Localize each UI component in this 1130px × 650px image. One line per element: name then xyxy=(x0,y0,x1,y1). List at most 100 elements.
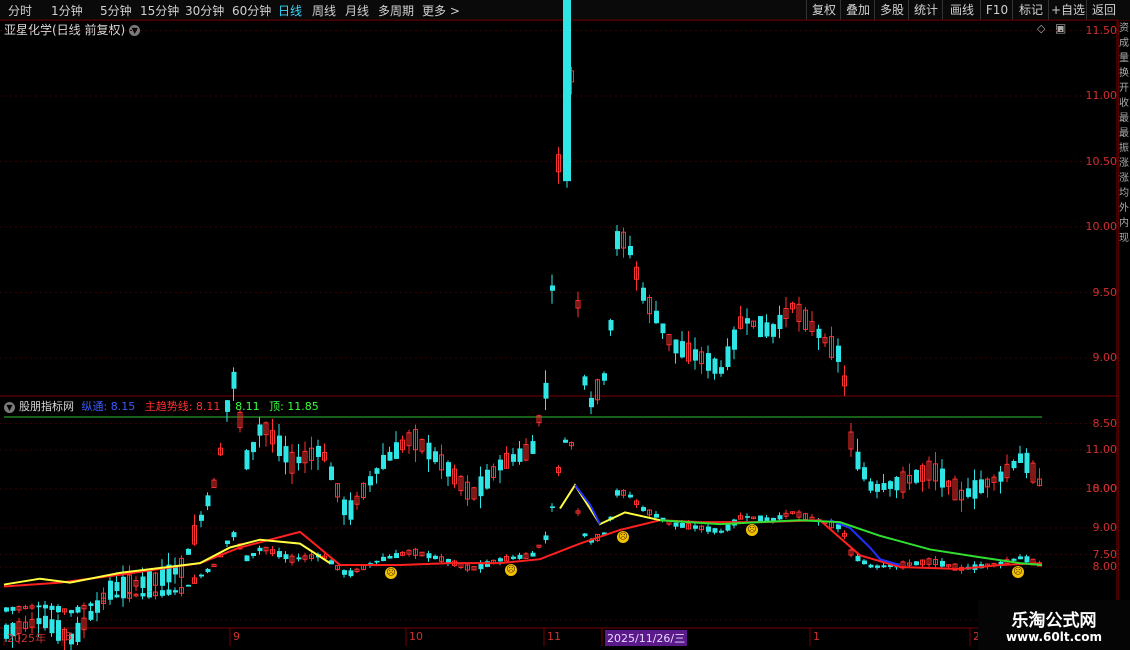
candle-body xyxy=(381,556,386,562)
candle-body xyxy=(732,329,737,350)
candle-body xyxy=(706,526,711,532)
slow-line xyxy=(659,519,1043,567)
indicator-top-value: 顶: 11.85 xyxy=(269,400,319,413)
candle-body xyxy=(394,553,399,559)
candle-body xyxy=(56,620,61,641)
candle-body xyxy=(602,373,607,381)
candle-body xyxy=(186,548,191,555)
candle-body xyxy=(654,513,659,518)
candle-body xyxy=(342,499,347,516)
candle-body xyxy=(433,451,438,463)
candle-body xyxy=(582,376,588,386)
sidebar-field-label: 涨 xyxy=(1119,173,1129,184)
candle-body xyxy=(979,479,984,494)
candle-body xyxy=(680,522,685,528)
candle-body xyxy=(199,574,204,577)
candle-body xyxy=(719,367,724,374)
candle-body xyxy=(511,556,516,559)
date-axis-label: 11 xyxy=(547,630,561,643)
candle-body xyxy=(387,555,393,559)
price-axis-label: 9.50 xyxy=(1092,285,1118,299)
sidebar-field-label: 现 xyxy=(1119,233,1129,244)
candle-body xyxy=(205,495,211,507)
candle-body xyxy=(706,353,711,371)
candle-body xyxy=(1018,453,1023,463)
spike-candle-body xyxy=(563,0,571,182)
candle-body xyxy=(758,316,763,338)
candle-body xyxy=(140,593,146,597)
candle-body xyxy=(966,488,971,497)
candle-body xyxy=(862,560,867,565)
candle-body xyxy=(4,607,9,612)
candle-body xyxy=(511,454,516,462)
sidebar-field-label: 涨 xyxy=(1119,158,1129,169)
candle-body xyxy=(160,590,165,596)
candle-body xyxy=(231,371,237,389)
candle-body xyxy=(582,533,588,537)
candle-body xyxy=(114,594,120,598)
sidebar-field-label: 振 xyxy=(1119,143,1129,154)
sad-face-icon: ☹ xyxy=(505,564,517,576)
candle-body xyxy=(342,570,347,575)
candle-body xyxy=(777,515,783,520)
sidebar-field-label: 最 xyxy=(1119,113,1129,124)
candle-body xyxy=(173,590,178,593)
candle-body xyxy=(725,524,731,531)
date-axis-label: 2025/11/26/三 xyxy=(605,630,688,646)
candle-body xyxy=(888,481,893,489)
candle-body xyxy=(348,570,354,577)
candle-body xyxy=(186,584,191,587)
watermark-title: 乐淘公式网 xyxy=(1011,611,1097,631)
indicator-name: 股朋指标网 xyxy=(19,400,74,413)
indicator-axis-label: 9.00 xyxy=(1092,521,1118,534)
date-axis-label: 10 xyxy=(409,630,423,643)
candle-body xyxy=(712,358,718,374)
candle-body xyxy=(426,553,432,559)
candle-body xyxy=(147,571,152,592)
indicator-axis-label: 10.00 xyxy=(1085,482,1118,495)
indicator-fast-value: 纵通: 8.15 xyxy=(81,400,136,413)
sad-face-icon: ☹ xyxy=(1012,566,1024,578)
watermark-url: www.60lt.com xyxy=(1005,630,1103,644)
sad-face-icon: ☹ xyxy=(385,567,397,579)
candle-body xyxy=(608,320,614,331)
candle-body xyxy=(381,454,386,469)
candle-body xyxy=(283,446,289,463)
candle-body xyxy=(329,466,334,481)
candle-body xyxy=(10,606,16,611)
sad-face-icon: ☹ xyxy=(746,524,758,536)
candle-body xyxy=(1011,558,1017,561)
candle-body xyxy=(498,558,503,562)
candle-body xyxy=(914,469,919,483)
candle-body xyxy=(56,606,61,613)
candle-body xyxy=(49,619,55,634)
candle-body xyxy=(868,481,874,491)
candle-body xyxy=(914,561,919,566)
candle-body xyxy=(673,339,679,354)
candle-body xyxy=(868,564,874,568)
candle-body xyxy=(43,604,48,609)
sidebar-field-label: 收 xyxy=(1119,98,1129,109)
candle-body xyxy=(251,442,256,453)
candle-body xyxy=(374,560,380,563)
price-axis-label: 10.00 xyxy=(1085,220,1118,233)
chevron-down-icon[interactable]: ▼ xyxy=(4,401,15,413)
candle-body xyxy=(446,462,451,477)
candle-body xyxy=(563,439,568,443)
candle-body xyxy=(140,576,146,588)
candle-body xyxy=(75,606,81,613)
candle-body xyxy=(485,469,490,489)
candle-body xyxy=(244,450,250,470)
candle-body xyxy=(725,346,731,368)
price-axis-label: 8.50 xyxy=(1092,416,1118,430)
candle-body xyxy=(517,554,523,559)
candle-body xyxy=(498,459,503,471)
sidebar-field-label: 成 xyxy=(1119,38,1129,49)
candle-body xyxy=(296,557,302,560)
price-axis-label: 10.50 xyxy=(1085,154,1118,168)
watermark-logo: 乐淘公式网 www.60lt.com xyxy=(978,600,1130,650)
candle-body xyxy=(777,314,783,330)
candle-body xyxy=(394,442,399,459)
candle-body xyxy=(712,528,718,533)
candle-body xyxy=(550,285,555,291)
